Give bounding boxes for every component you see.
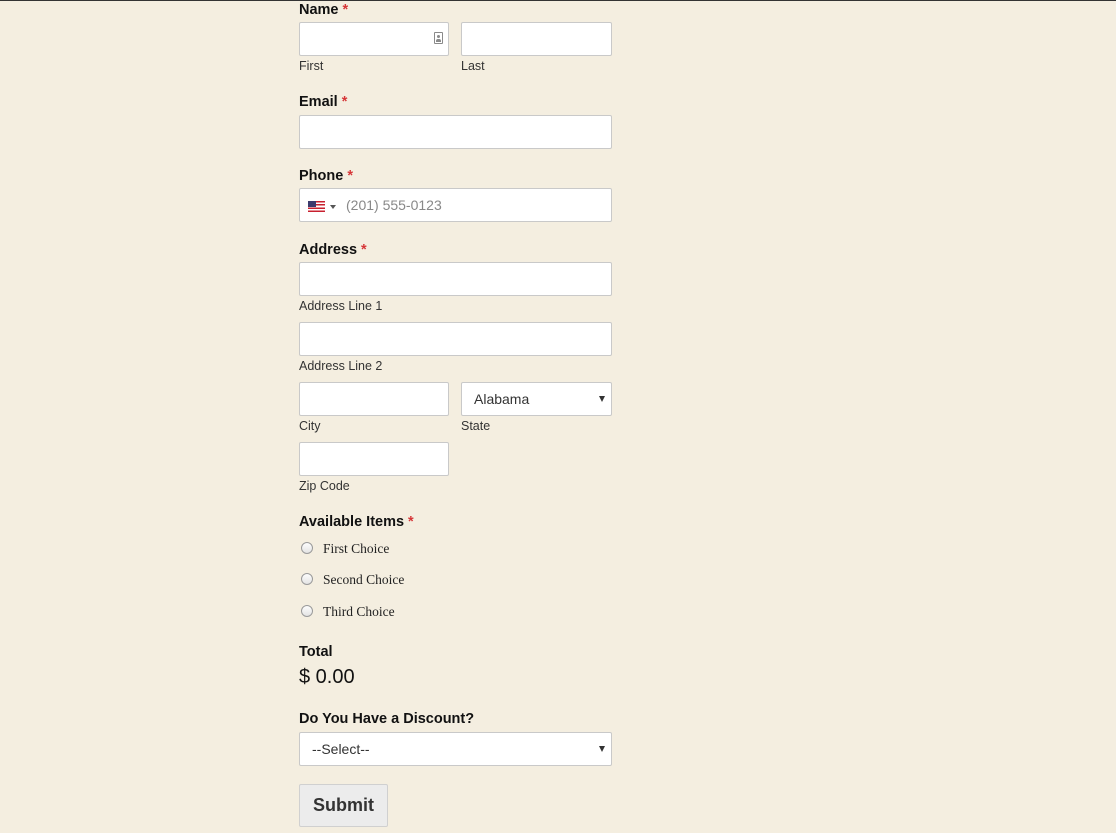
name-required-marker: * [342, 2, 349, 18]
first-name-wrapper [299, 22, 449, 56]
state-select[interactable]: Alabama [461, 382, 612, 416]
city-sublabel: City [299, 419, 321, 433]
chevron-down-icon [599, 746, 605, 752]
state-sublabel: State [461, 419, 491, 433]
available-items-label-text: Available Items [299, 514, 405, 530]
submit-button[interactable]: Submit [299, 784, 388, 827]
name-label: Name * [299, 2, 348, 18]
discount-selected-value: --Select-- [312, 741, 370, 757]
contact-card-icon[interactable] [434, 32, 443, 44]
discount-select[interactable]: --Select-- [299, 732, 612, 766]
phone-input[interactable] [346, 189, 606, 221]
state-selected-value: Alabama [474, 391, 530, 407]
radio-button[interactable] [301, 573, 313, 585]
items-required-marker: * [408, 514, 414, 530]
address-required-marker: * [361, 242, 367, 258]
radio-label: Second Choice [323, 572, 405, 587]
available-items-label: Available Items * [299, 514, 414, 530]
email-label-text: Email [299, 94, 338, 110]
zip-code-input[interactable] [299, 442, 449, 476]
phone-required-marker: * [347, 168, 353, 184]
first-name-sublabel: First [299, 59, 324, 73]
email-label: Email * [299, 94, 347, 110]
radio-button[interactable] [301, 605, 313, 617]
total-value: $ 0.00 [299, 666, 355, 688]
chevron-down-icon [599, 396, 605, 402]
country-dropdown-caret-icon[interactable] [330, 205, 336, 209]
email-input[interactable] [299, 115, 612, 149]
radio-label: Third Choice [323, 604, 395, 619]
address-label-text: Address [299, 242, 358, 258]
email-required-marker: * [341, 94, 348, 110]
city-input[interactable] [299, 382, 449, 416]
address-line1-sublabel: Address Line 1 [299, 299, 383, 313]
address-line2-sublabel: Address Line 2 [299, 359, 383, 373]
radio-label: First Choice [323, 541, 390, 556]
zip-code-sublabel: Zip Code [299, 479, 350, 493]
name-label-text: Name [299, 2, 339, 18]
radio-button[interactable] [301, 542, 313, 554]
last-name-input[interactable] [461, 22, 612, 56]
us-flag-icon[interactable] [308, 201, 325, 212]
first-name-input[interactable] [299, 22, 449, 56]
phone-label: Phone * [299, 168, 353, 184]
address-line1-input[interactable] [299, 262, 612, 296]
phone-field [299, 188, 612, 222]
address-line2-input[interactable] [299, 322, 612, 356]
address-label: Address * [299, 242, 367, 258]
last-name-sublabel: Last [461, 59, 485, 73]
total-label: Total [299, 644, 333, 660]
phone-label-text: Phone [299, 168, 344, 184]
discount-label: Do You Have a Discount? [299, 711, 475, 727]
